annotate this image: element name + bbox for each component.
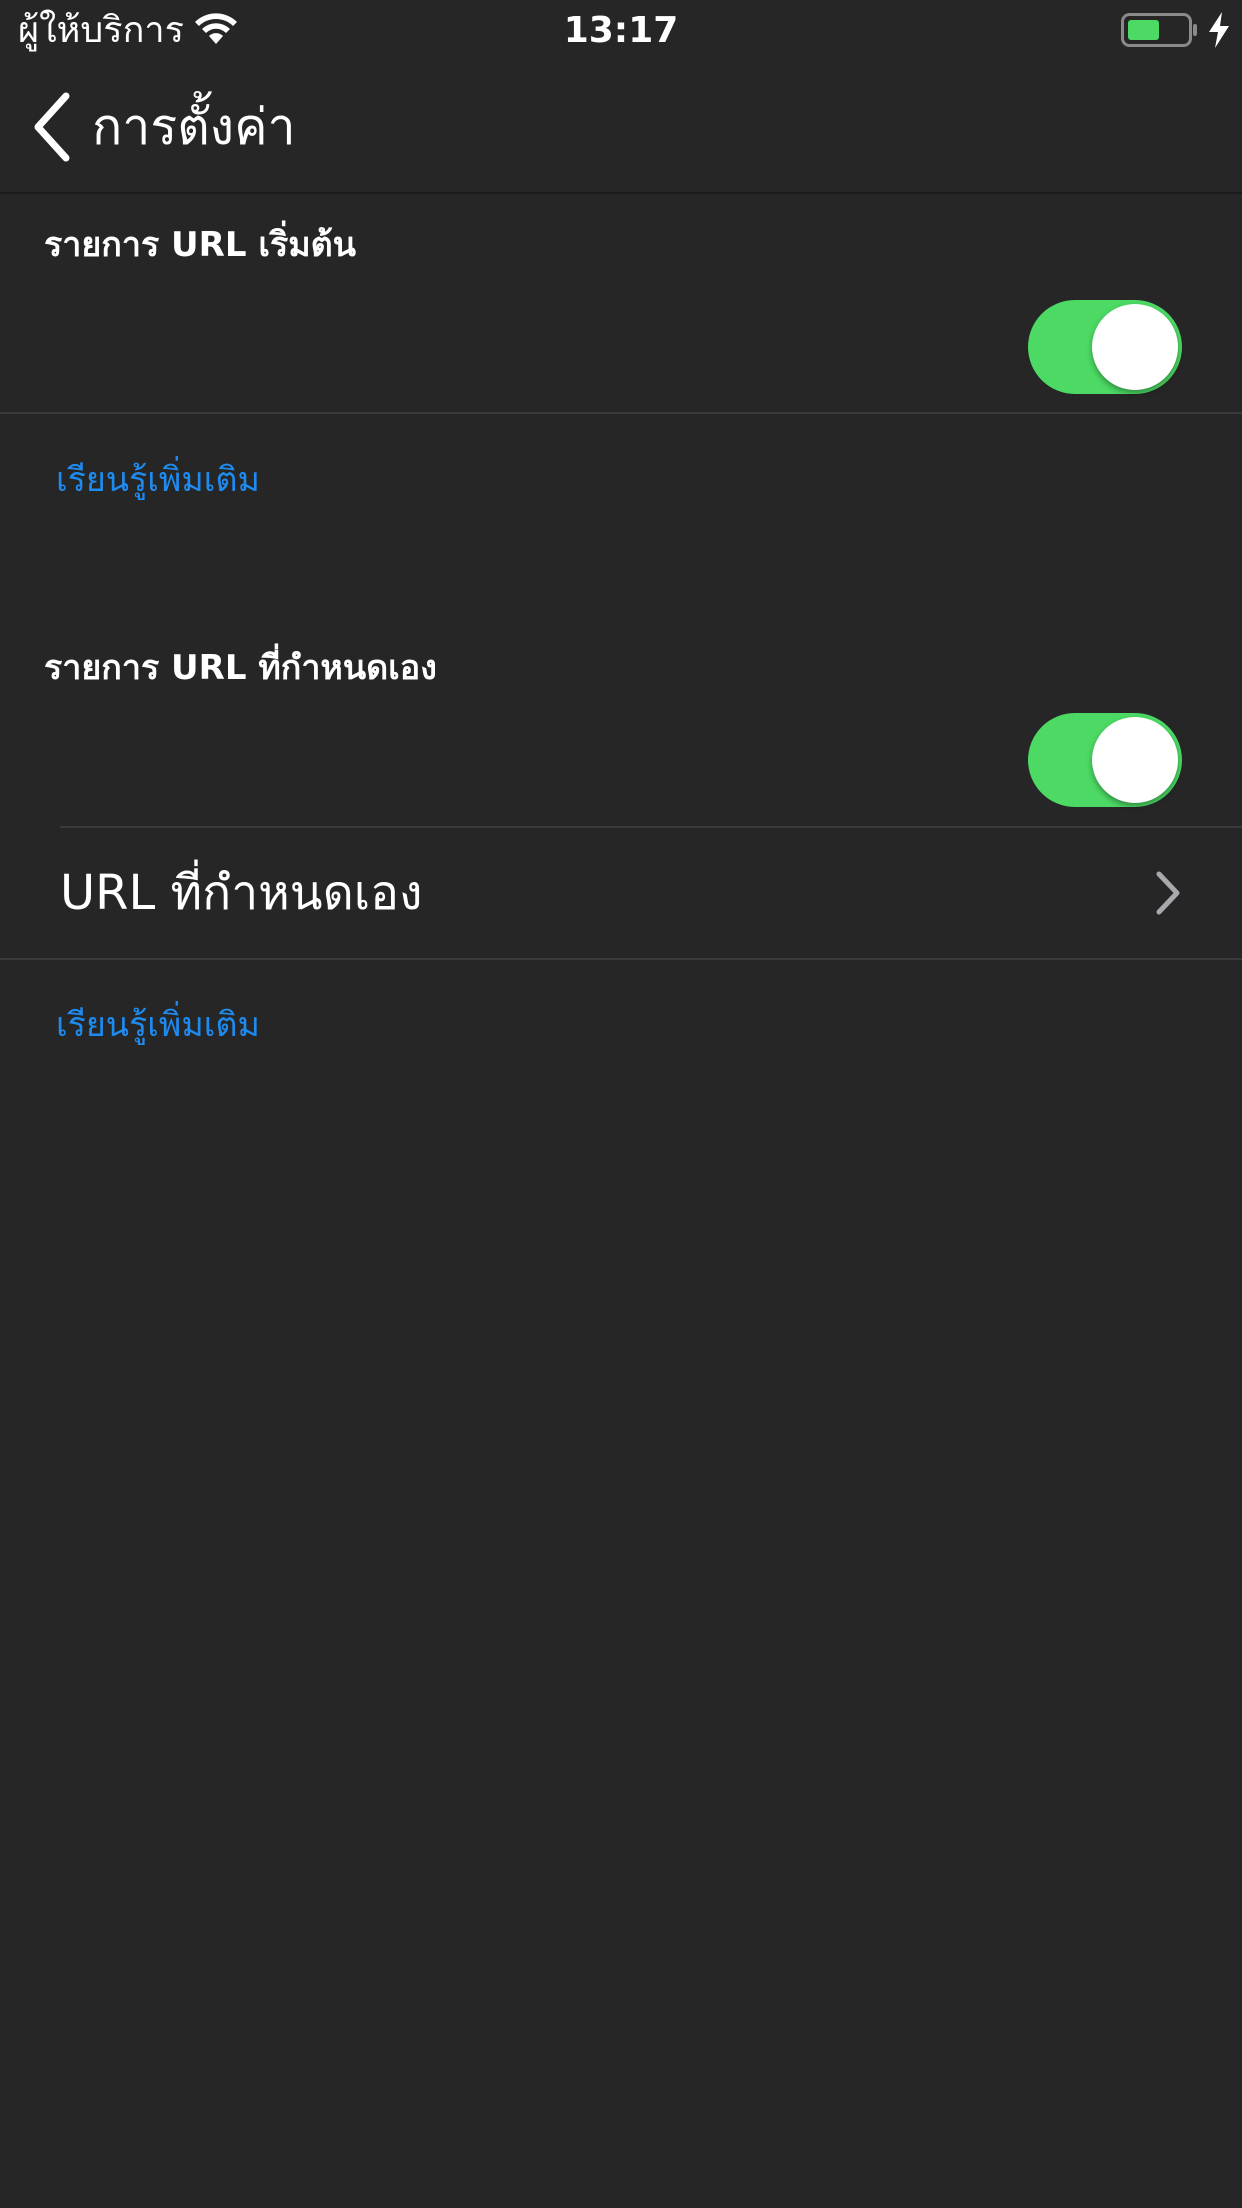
back-button[interactable]: การตั้งค่า (30, 82, 296, 172)
toggle-knob (1092, 304, 1178, 390)
battery-icon (1121, 13, 1197, 47)
navigation-bar: การตั้งค่า (0, 62, 1242, 194)
separator (0, 958, 1242, 960)
custom-list-header: รายการ URL ที่กำหนดเอง (44, 648, 437, 688)
custom-url-row[interactable]: URL ที่กำหนดเอง (60, 828, 1182, 958)
back-label: การตั้งค่า (92, 98, 296, 156)
custom-list-toggle[interactable] (1028, 713, 1182, 807)
status-bar: ผู้ให้บริการ 13:17 (0, 0, 1242, 62)
bolt-icon (1209, 12, 1229, 48)
toggle-knob (1092, 717, 1178, 803)
learn-more-link-default[interactable]: เรียนรู้เพิ่มเติม (56, 455, 260, 505)
status-time: 13:17 (563, 10, 679, 51)
default-list-header: รายการ URL เริ่มต้น (44, 225, 356, 265)
chevron-right-icon (1156, 871, 1180, 915)
default-list-toggle[interactable] (1028, 300, 1182, 394)
chevron-left-icon (34, 92, 70, 162)
separator (0, 412, 1242, 414)
custom-url-label: URL ที่กำหนดเอง (60, 865, 423, 921)
learn-more-link-custom[interactable]: เรียนรู้เพิ่มเติม (56, 1000, 260, 1050)
